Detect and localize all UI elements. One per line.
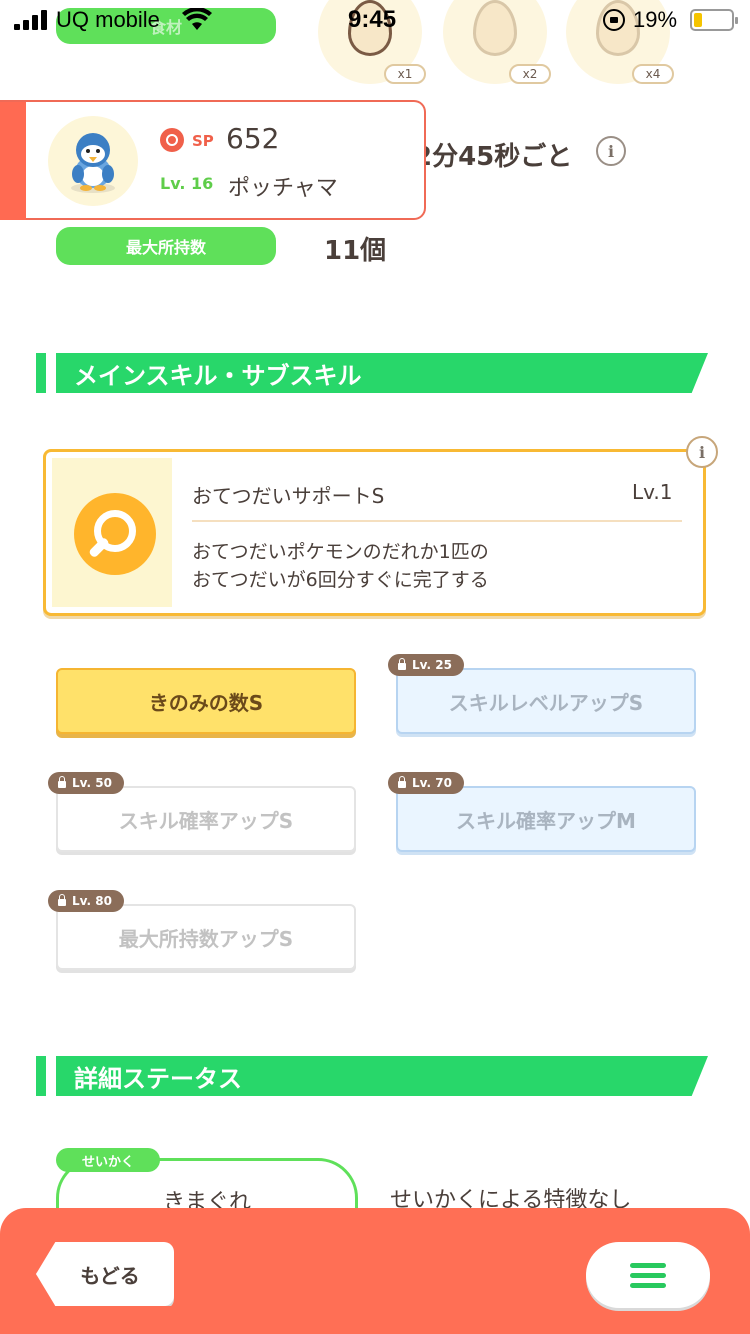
- main-skill-name: おてつだいサポートS: [192, 484, 385, 508]
- skills-section-title: メインスキル・サブスキル: [56, 353, 708, 393]
- sp-value: 652: [226, 122, 280, 155]
- main-skill-description: おてつだいポケモンのだれか1匹の おてつだいが6回分すぐに完了する: [192, 541, 489, 591]
- ingredient-multiplier: x1: [384, 64, 426, 84]
- unlock-level-badge: Lv. 70: [388, 772, 464, 794]
- unlock-level-badge: Lv. 25: [388, 654, 464, 676]
- wifi-icon: [182, 8, 212, 30]
- sub-skill-4[interactable]: スキル確率アップM: [396, 786, 696, 852]
- menu-button[interactable]: [586, 1242, 710, 1308]
- nature-tag: せいかく: [56, 1148, 160, 1172]
- section-marker: [36, 353, 46, 393]
- lock-icon: [58, 894, 66, 906]
- main-skill-level: Lv.1: [632, 480, 673, 504]
- sub-skill-1[interactable]: きのみの数S: [56, 668, 356, 734]
- unlock-level-badge: Lv. 80: [48, 890, 124, 912]
- info-icon[interactable]: i: [596, 136, 626, 166]
- battery-icon: [690, 9, 738, 31]
- sub-skill-2[interactable]: スキルレベルアップS: [396, 668, 696, 734]
- carrier-name: UQ mobile: [56, 7, 160, 32]
- unlock-level-badge: Lv. 50: [48, 772, 124, 794]
- hamburger-icon: [630, 1262, 666, 1288]
- pokeball-icon: [160, 128, 184, 152]
- sp-label: SP: [192, 132, 214, 150]
- section-marker: [36, 1056, 46, 1096]
- max-carry-label: 最大所持数: [56, 227, 276, 265]
- sub-skill-3[interactable]: スキル確率アップS: [56, 786, 356, 852]
- main-skill-info-icon[interactable]: i: [686, 436, 718, 468]
- bottom-bar: もどる: [0, 1208, 750, 1334]
- signal-icon: [14, 10, 50, 30]
- clock: 9:45: [348, 6, 397, 33]
- max-carry-value: 11個: [324, 236, 387, 266]
- pokemon-name: ポッチャマ: [228, 176, 338, 201]
- ingredient-multiplier: x4: [632, 64, 674, 84]
- rotation-lock-icon: [603, 9, 625, 31]
- lock-icon: [58, 776, 66, 788]
- magnifier-icon: [74, 493, 156, 575]
- ingredient-multiplier: x2: [509, 64, 551, 84]
- pokemon-avatar: [48, 116, 138, 206]
- status-bar: UQ mobile 9:45 19%: [0, 0, 750, 42]
- back-button[interactable]: もどる: [36, 1242, 174, 1306]
- divider: [192, 520, 682, 522]
- sub-skill-5[interactable]: 最大所持数アップS: [56, 904, 356, 970]
- piplup-icon: [71, 133, 115, 193]
- pokemon-level: Lv. 16: [160, 174, 214, 193]
- lock-icon: [398, 658, 406, 670]
- lock-icon: [398, 776, 406, 788]
- pokemon-summary-card[interactable]: SP 652 Lv. 16 ポッチャマ: [0, 100, 426, 220]
- battery-percent: 19%: [633, 7, 678, 32]
- details-section-title: 詳細ステータス: [56, 1056, 708, 1096]
- main-skill-card[interactable]: おてつだいサポートS Lv.1 おてつだいポケモンのだれか1匹の おてつだいが6…: [43, 449, 706, 616]
- help-interval: 2分45秒ごと: [414, 142, 573, 172]
